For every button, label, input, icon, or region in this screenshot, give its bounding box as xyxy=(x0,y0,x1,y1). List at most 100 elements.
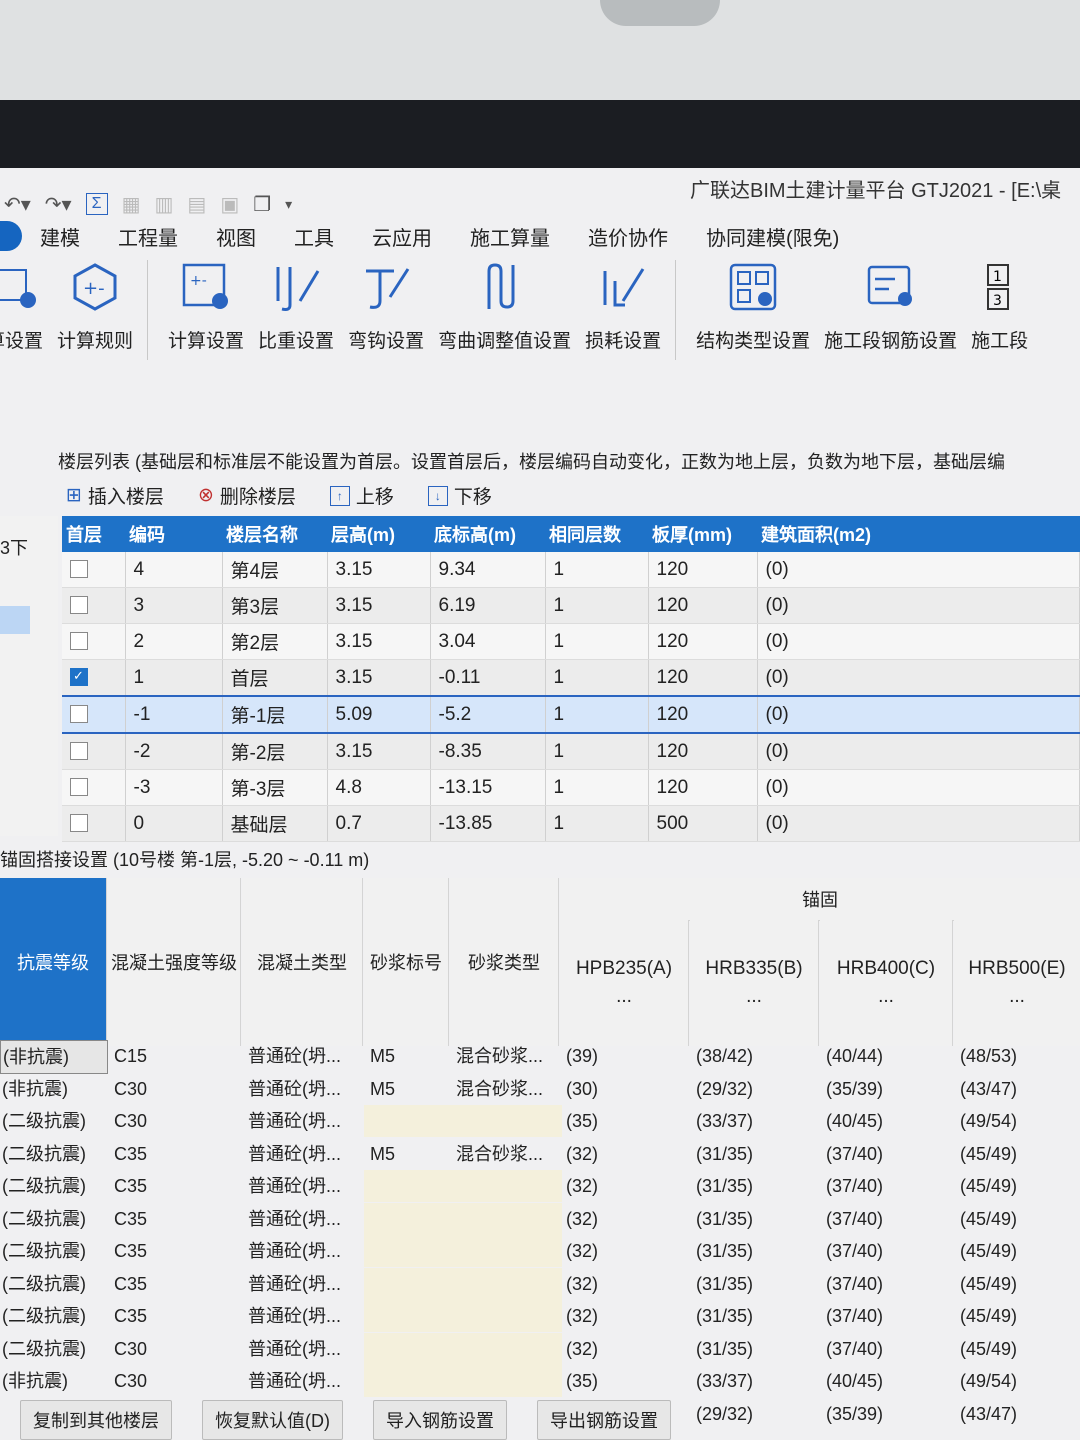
anchor-cell-hrb500[interactable]: (49/54) xyxy=(954,1365,1080,1397)
anchor-cell-hrb500[interactable]: (45/49) xyxy=(954,1138,1080,1170)
anchor-cell-hrb335[interactable]: (31/35) xyxy=(690,1138,822,1170)
col-mortar-grade[interactable]: 砂浆标号 xyxy=(364,878,449,1046)
floor-cell-bottom[interactable]: -13.15 xyxy=(430,769,546,806)
floor-cell-name[interactable]: 第-3层 xyxy=(222,769,328,806)
floor-cell-code[interactable]: 0 xyxy=(125,805,223,842)
ribbon-loss[interactable]: 损耗设置 xyxy=(585,260,661,353)
anchor-cell-mortar-type[interactable] xyxy=(450,1105,562,1137)
anchor-cell-hrb400[interactable]: (40/45) xyxy=(820,1365,956,1397)
anchor-cell-seismic[interactable]: (二级抗震) xyxy=(0,1203,106,1235)
anchor-cell-seismic[interactable]: (二级抗震) xyxy=(0,1138,106,1170)
floor-cell-thick[interactable]: 120 xyxy=(648,769,758,806)
anchor-cell-concrete-type[interactable]: 普通砼(坍... xyxy=(242,1365,368,1397)
anchor-cell-concrete-grade[interactable]: C35 xyxy=(108,1300,244,1332)
col-seismic-grade[interactable]: 抗震等级 xyxy=(0,878,107,1046)
floor-cell-name[interactable]: 第3层 xyxy=(222,587,328,624)
menu-cost-collab[interactable]: 造价协作 xyxy=(588,222,668,251)
ribbon-calc-rules[interactable]: +- 计算规则 xyxy=(57,260,133,353)
anchor-cell-concrete-grade[interactable]: C35 xyxy=(108,1138,244,1170)
sum-icon[interactable]: Σ xyxy=(85,193,108,215)
col-code[interactable]: 编码 xyxy=(125,516,222,552)
anchor-row[interactable]: (二级抗震) C35 普通砼(坍... (32) (31/35) (37/40) (45/4… xyxy=(0,1202,1080,1236)
floor-cell-same[interactable]: 1 xyxy=(545,733,649,770)
anchor-cell-seismic[interactable]: (二级抗震) xyxy=(0,1268,106,1300)
col-hrb500[interactable]: HRB500(E)... xyxy=(954,920,1080,1046)
floor-cell-thick[interactable]: 120 xyxy=(648,587,758,624)
anchor-cell-concrete-grade[interactable]: C30 xyxy=(108,1333,244,1365)
col-building-area[interactable]: 建筑面积(m2) xyxy=(757,516,1080,552)
col-height[interactable]: 层高(m) xyxy=(327,516,430,552)
anchor-cell-mortar-type[interactable] xyxy=(450,1267,562,1300)
col-first-floor[interactable]: 首层 xyxy=(62,516,125,552)
menu-cloud[interactable]: 云应用 xyxy=(372,222,432,251)
anchor-cell-hrb400[interactable]: (37/40) xyxy=(820,1333,956,1365)
floor-cell-thick[interactable]: 120 xyxy=(648,659,758,697)
floor-cell-code[interactable]: 2 xyxy=(125,623,223,660)
anchor-cell-mortar-grade[interactable] xyxy=(364,1300,454,1332)
anchor-cell-concrete-grade[interactable]: C30 xyxy=(108,1073,244,1105)
anchor-cell-mortar-type[interactable] xyxy=(450,1300,562,1332)
anchor-cell-hrb335[interactable]: (33/37) xyxy=(690,1365,822,1397)
anchor-cell-seismic[interactable]: (二级抗震) xyxy=(0,1105,106,1137)
floor-cell-name[interactable]: 第-1层 xyxy=(222,695,328,734)
floor-cell-height[interactable]: 3.15 xyxy=(327,733,431,770)
col-same-count[interactable]: 相同层数 xyxy=(545,516,648,552)
menu-construction[interactable]: 施工算量 xyxy=(470,222,550,251)
floor-cell-thick[interactable]: 120 xyxy=(648,695,758,734)
floor-cell-same[interactable]: 1 xyxy=(545,805,649,842)
anchor-row[interactable]: (非抗震) C30 普通砼(坍... (35) (33/37) (40/45) (49/54… xyxy=(0,1365,1080,1398)
anchor-cell-concrete-grade[interactable]: C35 xyxy=(108,1203,244,1235)
anchor-cell-hrb500[interactable]: (45/49) xyxy=(954,1203,1080,1235)
import-rebar-button[interactable]: 导入钢筋设置 xyxy=(373,1400,507,1440)
anchor-cell-hrb500[interactable]: (45/49) xyxy=(954,1268,1080,1300)
floor-cell-area[interactable]: (0) xyxy=(757,587,1080,624)
anchor-cell-hrb335[interactable]: (29/32) xyxy=(690,1073,822,1105)
floor-cell-code[interactable]: 3 xyxy=(125,587,223,624)
anchor-cell-hrb400[interactable]: (35/39) xyxy=(820,1073,956,1105)
anchor-cell-mortar-grade[interactable] xyxy=(364,1202,454,1235)
anchor-row[interactable]: (二级抗震) C35 普通砼(坍... (32) (31/35) (37/40) (45/4… xyxy=(0,1300,1080,1333)
first-floor-checkbox[interactable] xyxy=(70,814,88,833)
floor-cell-same[interactable]: 1 xyxy=(545,552,649,588)
floor-cell-height[interactable]: 0.7 xyxy=(327,805,431,842)
anchor-cell-seismic[interactable]: (二级抗震) xyxy=(0,1333,106,1365)
menu-view[interactable]: 视图 xyxy=(216,222,256,251)
floor-cell-thick[interactable]: 500 xyxy=(648,805,758,842)
floor-cell-bottom[interactable]: -8.35 xyxy=(430,733,546,770)
anchor-cell-mortar-type[interactable]: 混合砂浆... xyxy=(450,1138,562,1170)
anchor-row[interactable]: (二级抗震) C30 普通砼(坍... (32) (31/35) (37/40) (45/4… xyxy=(0,1332,1080,1366)
anchor-cell-hpb235[interactable]: (32) xyxy=(560,1300,692,1332)
anchor-cell-concrete-grade[interactable]: C35 xyxy=(108,1235,244,1267)
floor-cell-bottom[interactable]: 6.19 xyxy=(430,587,546,624)
anchor-cell-mortar-grade[interactable]: M5 xyxy=(364,1073,454,1105)
floor-cell-same[interactable]: 1 xyxy=(545,623,649,660)
anchor-cell-concrete-type[interactable]: 普通砼(坍... xyxy=(242,1268,368,1300)
anchor-cell-hpb235[interactable]: (35) xyxy=(560,1365,692,1397)
redo-icon[interactable]: ↷▾ xyxy=(45,192,72,217)
anchor-cell-hpb235[interactable]: (32) xyxy=(560,1203,692,1235)
copy-icon[interactable]: ❐ xyxy=(253,192,271,217)
app-menu-button[interactable] xyxy=(0,221,22,251)
anchor-cell-concrete-type[interactable]: 普通砼(坍... xyxy=(242,1235,368,1267)
anchor-cell-hpb235[interactable]: (32) xyxy=(560,1235,692,1267)
floor-cell-height[interactable]: 4.8 xyxy=(327,769,431,806)
anchor-cell-hrb335[interactable]: (31/35) xyxy=(690,1300,822,1332)
anchor-cell-hpb235[interactable]: (32) xyxy=(560,1333,692,1365)
anchor-cell-hrb400[interactable]: (37/40) xyxy=(820,1138,956,1170)
floor-cell-bottom[interactable]: 9.34 xyxy=(430,552,546,588)
export-rebar-button[interactable]: 导出钢筋设置 xyxy=(537,1400,671,1440)
anchor-cell-mortar-grade[interactable] xyxy=(364,1235,454,1267)
menu-modeling[interactable]: 建模 xyxy=(40,222,80,251)
anchor-cell-seismic[interactable]: (非抗震) xyxy=(0,1365,106,1397)
anchor-cell-hrb335[interactable]: (33/37) xyxy=(690,1105,822,1137)
anchor-cell-concrete-grade[interactable]: C15 xyxy=(108,1040,244,1072)
anchor-cell-concrete-type[interactable]: 普通砼(坍... xyxy=(242,1073,368,1105)
menu-quantity[interactable]: 工程量 xyxy=(118,222,178,251)
floor-cell-same[interactable]: 1 xyxy=(545,587,649,624)
ribbon-weight[interactable]: 比重设置 xyxy=(258,260,334,353)
ribbon-hook[interactable]: 弯钩设置 xyxy=(348,260,424,353)
anchor-cell-hrb400[interactable]: (37/40) xyxy=(820,1268,956,1300)
anchor-cell-hrb335[interactable]: (31/35) xyxy=(690,1268,822,1300)
anchor-row[interactable]: (二级抗震) C35 普通砼(坍... (32) (31/35) (37/40) (45/4… xyxy=(0,1170,1080,1203)
dropdown-icon[interactable]: ▾ xyxy=(285,196,292,213)
